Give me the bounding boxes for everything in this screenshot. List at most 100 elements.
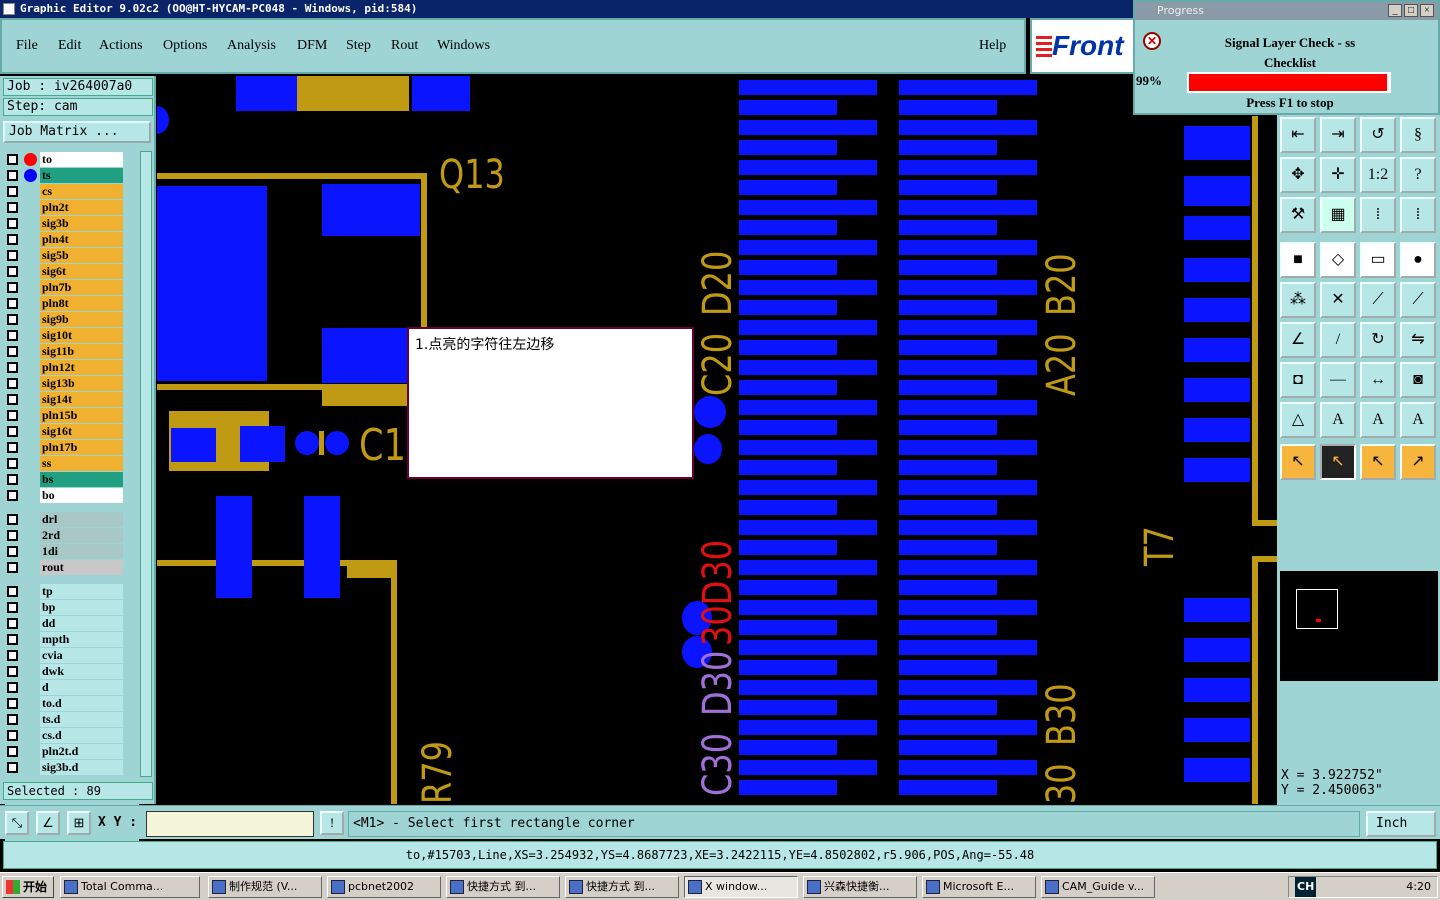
layer-row-dd[interactable]: dd xyxy=(5,616,125,631)
layer-row-sig5b[interactable]: sig5b xyxy=(5,248,125,263)
menu-options[interactable]: Options xyxy=(163,38,207,54)
taskbar-item[interactable]: CAM_Guide v... xyxy=(1041,876,1155,898)
layer-row-sig9b[interactable]: sig9b xyxy=(5,312,125,327)
menu-step[interactable]: Step xyxy=(346,38,371,54)
alert-icon[interactable]: ! xyxy=(320,811,344,835)
layer-row-pln2t[interactable]: pln2t xyxy=(5,200,125,215)
language-indicator[interactable]: CH xyxy=(1295,877,1317,897)
layer-row-d[interactable]: d xyxy=(5,680,125,695)
pointer-path-icon[interactable]: ↗ xyxy=(1400,444,1436,480)
layer-checkbox[interactable] xyxy=(7,426,18,437)
snap-angle-icon[interactable]: ∠ xyxy=(36,811,60,835)
select-pointer-icon[interactable]: ↖ xyxy=(1320,444,1356,480)
layer-row-cvia[interactable]: cvia xyxy=(5,648,125,663)
layer-row-bp[interactable]: bp xyxy=(5,600,125,615)
connect-icon[interactable]: ⁂ xyxy=(1280,282,1316,318)
layer-checkbox[interactable] xyxy=(7,218,18,229)
add-feature-icon[interactable]: ■ xyxy=(1280,242,1316,278)
layer-row-rout[interactable]: rout xyxy=(5,560,125,575)
minimap[interactable] xyxy=(1279,570,1439,682)
taskbar-item[interactable]: 快捷方式 到... xyxy=(565,876,679,898)
job-matrix-button[interactable]: Job Matrix ... xyxy=(3,121,151,143)
layer-checkbox[interactable] xyxy=(7,562,18,573)
annotation-note[interactable]: 1.点亮的字符往左边移 xyxy=(407,327,694,479)
layer-checkbox[interactable] xyxy=(7,682,18,693)
ruler-icon[interactable]: ▭ xyxy=(1360,242,1396,278)
layer-row-sig3b[interactable]: sig3b xyxy=(5,216,125,231)
layer-checkbox[interactable] xyxy=(7,730,18,741)
layer-checkbox[interactable] xyxy=(7,298,18,309)
layer-row-tp[interactable]: tp xyxy=(5,584,125,599)
zoom-back-icon[interactable]: ⇤ xyxy=(1280,117,1316,153)
layer-checkbox[interactable] xyxy=(7,154,18,165)
layer-checkbox[interactable] xyxy=(7,618,18,629)
split-icon[interactable]: — xyxy=(1320,362,1356,398)
pcb-canvas[interactable]: Q13 C1 D20 C20 B20 A20 T7 R79 30D30 D30 … xyxy=(157,76,1277,804)
layer-checkbox[interactable] xyxy=(7,602,18,613)
slash-icon[interactable]: / xyxy=(1320,322,1356,358)
grid-icon[interactable]: ▦ xyxy=(1320,197,1356,233)
layer-checkbox[interactable] xyxy=(7,410,18,421)
reverse-icon[interactable]: ↺ xyxy=(1360,117,1396,153)
menu-help[interactable]: Help xyxy=(979,38,1006,54)
layer-checkbox[interactable] xyxy=(7,170,18,181)
snap-grid-icon[interactable]: ⊞ xyxy=(67,811,91,835)
layer-row-1di[interactable]: 1di xyxy=(5,544,125,559)
flip-icon[interactable]: ⇋ xyxy=(1400,322,1436,358)
layer-checkbox[interactable] xyxy=(7,186,18,197)
layer-row-cs[interactable]: cs xyxy=(5,184,125,199)
menu-edit[interactable]: Edit xyxy=(58,38,81,54)
line-icon[interactable]: ⟋ xyxy=(1360,282,1396,318)
pointer-rect-icon[interactable]: ↖ xyxy=(1360,444,1396,480)
layer-row-sig14t[interactable]: sig14t xyxy=(5,392,125,407)
layer-row-ts.d[interactable]: ts.d xyxy=(5,712,125,727)
layer-checkbox[interactable] xyxy=(7,362,18,373)
taskbar-item[interactable]: Microsoft E... xyxy=(922,876,1036,898)
snake-icon[interactable]: § xyxy=(1400,117,1436,153)
layer-checkbox[interactable] xyxy=(7,530,18,541)
layer-row-pln4t[interactable]: pln4t xyxy=(5,232,125,247)
layer-row-pln2t.d[interactable]: pln2t.d xyxy=(5,744,125,759)
layer-row-mpth[interactable]: mpth xyxy=(5,632,125,647)
stop-icon[interactable]: ✕ xyxy=(1143,32,1161,50)
text-edit-icon[interactable]: A xyxy=(1400,402,1436,438)
layer-row-2rd[interactable]: 2rd xyxy=(5,528,125,543)
layer-row-to.d[interactable]: to.d xyxy=(5,696,125,711)
layer-checkbox[interactable] xyxy=(7,474,18,485)
layer-row-sig3b.d[interactable]: sig3b.d xyxy=(5,760,125,775)
layers-off-icon[interactable]: ⁞ xyxy=(1400,197,1436,233)
fit-all-icon[interactable]: ✥ xyxy=(1280,157,1316,193)
xy-input[interactable] xyxy=(146,811,314,837)
layer-row-to[interactable]: to xyxy=(5,152,125,167)
layer-row-sig11b[interactable]: sig11b xyxy=(5,344,125,359)
help-icon[interactable]: ? xyxy=(1400,157,1436,193)
taskbar-item[interactable]: 兴森快捷衡... xyxy=(803,876,917,898)
menu-analysis[interactable]: Analysis xyxy=(227,38,276,54)
layer-checkbox[interactable] xyxy=(7,698,18,709)
layer-row-sig13b[interactable]: sig13b xyxy=(5,376,125,391)
layer-checkbox[interactable] xyxy=(7,314,18,325)
maximize-icon[interactable]: □ xyxy=(1404,4,1418,17)
menu-file[interactable]: File xyxy=(16,38,38,54)
close-icon[interactable]: × xyxy=(1420,4,1434,17)
layer-checkbox[interactable] xyxy=(7,666,18,677)
layer-scrollbar[interactable] xyxy=(140,151,152,777)
text-a-icon[interactable]: A xyxy=(1360,402,1396,438)
taskbar-item[interactable]: X window... xyxy=(684,876,798,898)
layer-checkbox[interactable] xyxy=(7,762,18,773)
layer-row-pln8t[interactable]: pln8t xyxy=(5,296,125,311)
layer-row-cs.d[interactable]: cs.d xyxy=(5,728,125,743)
layer-row-pln15b[interactable]: pln15b xyxy=(5,408,125,423)
taskbar-item[interactable]: 制作规范 (V... xyxy=(208,876,322,898)
layer-checkbox[interactable] xyxy=(7,266,18,277)
layer-row-ts[interactable]: ts xyxy=(5,168,125,183)
layer-checkbox[interactable] xyxy=(7,490,18,501)
layer-row-pln17b[interactable]: pln17b xyxy=(5,440,125,455)
triangle-icon[interactable]: △ xyxy=(1280,402,1316,438)
layer-checkbox[interactable] xyxy=(7,714,18,725)
layer-checkbox[interactable] xyxy=(7,746,18,757)
layer-checkbox[interactable] xyxy=(7,330,18,341)
minimize-icon[interactable]: _ xyxy=(1388,4,1402,17)
measure-distance-icon[interactable]: ↔ xyxy=(1360,362,1396,398)
menu-rout[interactable]: Rout xyxy=(391,38,418,54)
